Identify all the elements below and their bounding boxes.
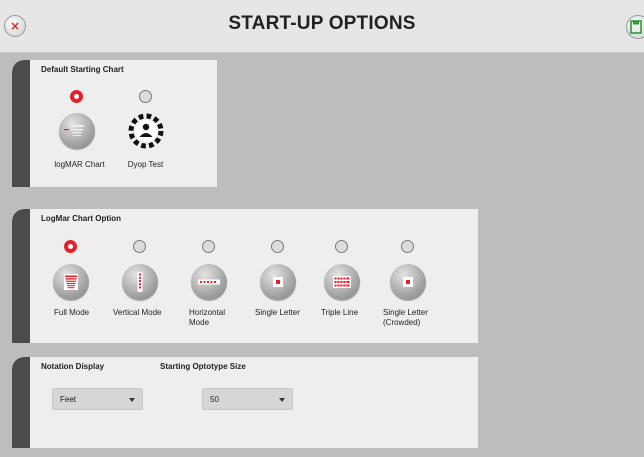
default-chart-panel: Default Starting Chart logMAR Chart Dyop… <box>12 60 217 187</box>
single-letter-crowded-label: Single Letter (Crowded) <box>383 308 428 327</box>
chevron-down-icon <box>129 398 135 402</box>
panel-title: Default Starting Chart <box>41 65 124 74</box>
dyop-test-label: Dyop Test <box>127 160 164 169</box>
page-title: START-UP OPTIONS <box>228 13 416 34</box>
horizontal-mode-label: Horizontal Mode <box>189 308 226 327</box>
save-icon <box>630 20 642 34</box>
logmar-chart-icon[interactable] <box>59 113 95 149</box>
panel-stripe <box>12 60 30 187</box>
radio-logmar-chart[interactable] <box>70 90 83 103</box>
radio-vertical-mode[interactable] <box>133 240 146 253</box>
save-button[interactable] <box>626 15 644 39</box>
starting-optotype-size-label: Starting Optotype Size <box>160 362 246 371</box>
dyop-test-icon[interactable] <box>128 113 164 149</box>
triple-line-label: Triple Line <box>321 308 359 317</box>
panel-title: LogMar Chart Option <box>41 214 121 223</box>
starting-optotype-size-select[interactable]: 50 <box>202 388 293 410</box>
starting-optotype-size-value: 50 <box>210 395 219 404</box>
panel-stripe <box>12 357 30 448</box>
vertical-mode-label: Vertical Mode <box>113 308 162 317</box>
single-letter-crowded-icon[interactable] <box>390 264 426 300</box>
logmar-chart-label: logMAR Chart <box>54 160 105 169</box>
radio-triple-line[interactable] <box>335 240 348 253</box>
vertical-mode-icon[interactable] <box>122 264 158 300</box>
notation-panel: Notation Display Starting Optotype Size … <box>12 357 478 448</box>
single-letter-icon[interactable] <box>260 264 296 300</box>
chevron-down-icon <box>279 398 285 402</box>
notation-display-select[interactable]: Feet <box>52 388 143 410</box>
panel-stripe <box>12 209 30 343</box>
header-bar: × START-UP OPTIONS <box>0 0 644 53</box>
radio-single-letter[interactable] <box>271 240 284 253</box>
triple-line-icon[interactable] <box>324 264 360 300</box>
radio-full-mode[interactable] <box>64 240 77 253</box>
horizontal-mode-icon[interactable] <box>191 264 227 300</box>
radio-dyop-test[interactable] <box>139 90 152 103</box>
radio-horizontal-mode[interactable] <box>202 240 215 253</box>
radio-single-letter-crowded[interactable] <box>401 240 414 253</box>
notation-display-label: Notation Display <box>41 362 105 371</box>
full-mode-icon[interactable] <box>53 264 89 300</box>
full-mode-label: Full Mode <box>54 308 90 317</box>
single-letter-label: Single Letter <box>255 308 300 317</box>
notation-display-value: Feet <box>60 395 77 404</box>
logmar-option-panel: LogMar Chart Option Full Mode Vertical M… <box>12 209 478 343</box>
